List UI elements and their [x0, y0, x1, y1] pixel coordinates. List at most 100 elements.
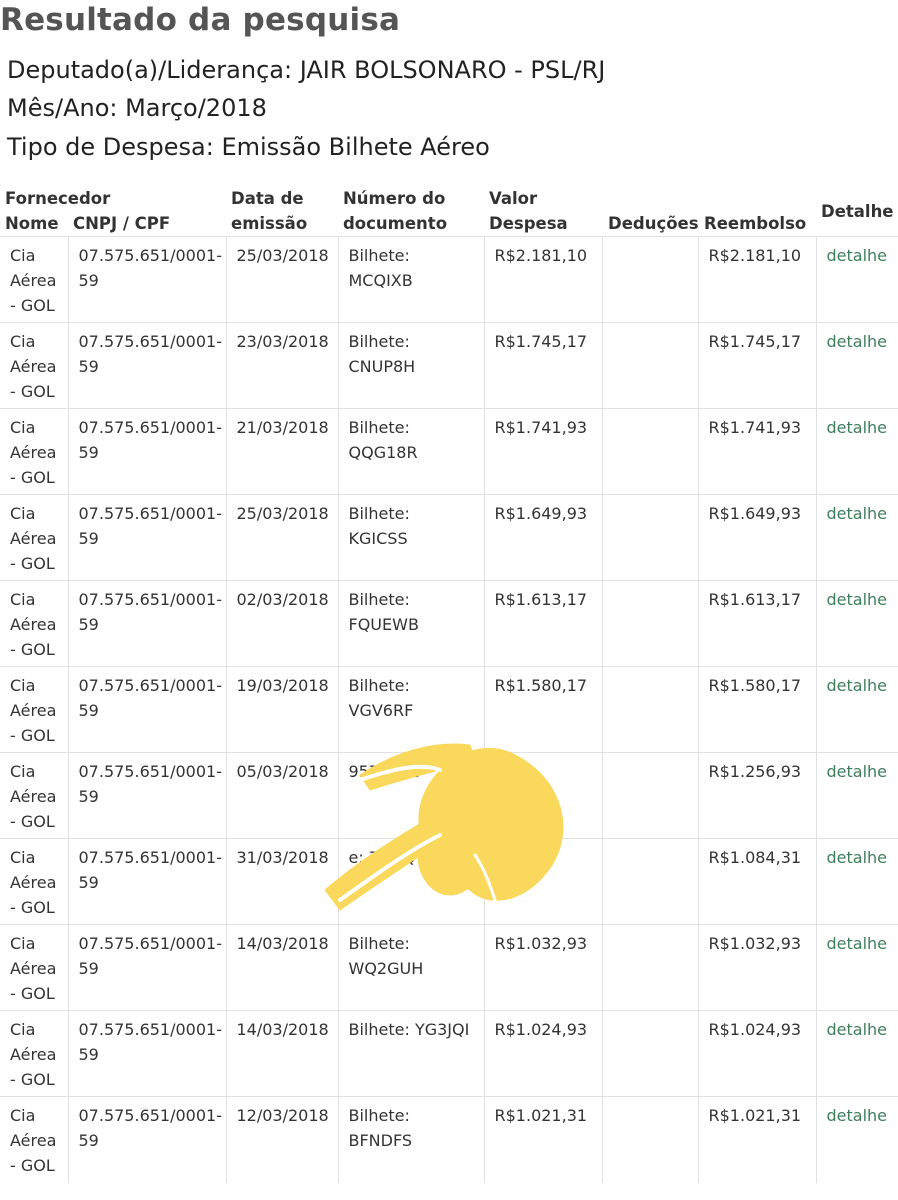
cell-detalhe: detalhe — [815, 1096, 898, 1183]
cell-deducoes — [601, 236, 698, 323]
cell-valor-despesa: 93 — [483, 752, 602, 839]
header-fornecedor: Fornecedor — [5, 189, 111, 208]
header-deducoes: Deduções — [608, 214, 699, 233]
detalhe-link[interactable]: detalhe — [827, 590, 888, 609]
header-numero-1: Número do — [343, 189, 446, 208]
cell-nome: Cia Aérea - GOL — [0, 1096, 68, 1183]
cell-reembolso: R$1.741,93 — [697, 408, 816, 495]
cell-reembolso: R$1.745,17 — [697, 322, 816, 409]
cell-cnpj: 07.575.651/0001-59 — [67, 752, 226, 839]
cell-data-emissao: 19/03/2018 — [225, 666, 338, 753]
cell-reembolso: R$1.580,17 — [697, 666, 816, 753]
detalhe-link[interactable]: detalhe — [827, 934, 888, 953]
detalhe-link[interactable]: detalhe — [827, 762, 888, 781]
cell-valor-despesa: R$1.580,17 — [483, 666, 602, 753]
cell-numero-documento: Bilhete: YG3JQI — [337, 1010, 484, 1097]
cell-data-emissao: 02/03/2018 — [225, 580, 338, 667]
mes-ano-line: Mês/Ano: Março/2018 — [7, 94, 267, 122]
detalhe-link[interactable]: detalhe — [827, 848, 888, 867]
cell-cnpj: 07.575.651/0001-59 — [67, 1010, 226, 1097]
detalhe-link[interactable]: detalhe — [827, 1106, 888, 1125]
cell-cnpj: 07.575.651/0001-59 — [67, 666, 226, 753]
cell-deducoes — [601, 838, 698, 925]
cell-data-emissao: 25/03/2018 — [225, 236, 338, 323]
cell-detalhe: detalhe — [815, 666, 898, 753]
cell-nome: Cia Aérea - GOL — [0, 1010, 68, 1097]
cell-reembolso: R$1.021,31 — [697, 1096, 816, 1183]
cell-nome: Cia Aérea - GOL — [0, 580, 68, 667]
cell-deducoes — [601, 924, 698, 1011]
table-row: Cia Aérea - GOL 07.575.651/0001-59 31/03/2… — [0, 838, 898, 925]
cell-nome: Cia Aérea - GOL — [0, 924, 68, 1011]
detalhe-link[interactable]: detalhe — [827, 332, 888, 351]
cell-deducoes — [601, 408, 698, 495]
cell-data-emissao: 23/03/2018 — [225, 322, 338, 409]
cell-valor-despesa: R$1.649,93 — [483, 494, 602, 581]
header-data-1: Data de — [231, 189, 304, 208]
detalhe-link[interactable]: detalhe — [827, 676, 888, 695]
cell-numero-documento: Bilhete: QQG18R — [337, 408, 484, 495]
cell-data-emissao: 25/03/2018 — [225, 494, 338, 581]
table-row: Cia Aérea - GOL 07.575.651/0001-59 25/03/2… — [0, 236, 898, 323]
cell-detalhe: detalhe — [815, 494, 898, 581]
tipo-despesa-line: Tipo de Despesa: Emissão Bilhete Aéreo — [7, 133, 490, 161]
cell-numero-documento: 9572162 — [337, 752, 484, 839]
table-row: Cia Aérea - GOL 07.575.651/0001-59 19/03/2… — [0, 666, 898, 753]
cell-cnpj: 07.575.651/0001-59 — [67, 838, 226, 925]
cell-valor-despesa: R$1.613,17 — [483, 580, 602, 667]
cell-numero-documento: Bilhete: MCQIXB — [337, 236, 484, 323]
table-row: Cia Aérea - GOL 07.575.651/0001-59 12/03/2… — [0, 1096, 898, 1183]
cell-deducoes — [601, 494, 698, 581]
cell-detalhe: detalhe — [815, 322, 898, 409]
cell-numero-documento: Bilhete: KGICSS — [337, 494, 484, 581]
cell-nome: Cia Aérea - GOL — [0, 322, 68, 409]
cell-nome: Cia Aérea - GOL — [0, 752, 68, 839]
cell-reembolso: R$1.032,93 — [697, 924, 816, 1011]
header-reembolso: Reembolso — [704, 214, 807, 233]
cell-numero-documento: Bilhete: BFNDFS — [337, 1096, 484, 1183]
cell-valor-despesa: R$1.741,93 — [483, 408, 602, 495]
header-detalhe: Detalhe — [821, 202, 894, 221]
cell-detalhe: detalhe — [815, 752, 898, 839]
cell-deducoes — [601, 752, 698, 839]
cell-detalhe: detalhe — [815, 236, 898, 323]
cell-reembolso: R$2.181,10 — [697, 236, 816, 323]
detalhe-link[interactable]: detalhe — [827, 246, 888, 265]
cell-valor-despesa: ,31 — [483, 838, 602, 925]
cell-numero-documento: Bilhete: WQ2GUH — [337, 924, 484, 1011]
cell-valor-despesa: R$1.021,31 — [483, 1096, 602, 1183]
detalhe-link[interactable]: detalhe — [827, 1020, 888, 1039]
cell-cnpj: 07.575.651/0001-59 — [67, 236, 226, 323]
cell-cnpj: 07.575.651/0001-59 — [67, 408, 226, 495]
table-row: Cia Aérea - GOL 07.575.651/0001-59 21/03/2… — [0, 408, 898, 495]
cell-data-emissao: 12/03/2018 — [225, 1096, 338, 1183]
cell-numero-documento: Bilhete: FQUEWB — [337, 580, 484, 667]
cell-detalhe: detalhe — [815, 580, 898, 667]
cell-numero-documento: Bilhete: CNUP8H — [337, 322, 484, 409]
cell-detalhe: detalhe — [815, 1010, 898, 1097]
cell-nome: Cia Aérea - GOL — [0, 666, 68, 753]
cell-valor-despesa: R$1.745,17 — [483, 322, 602, 409]
cell-data-emissao: 21/03/2018 — [225, 408, 338, 495]
deputado-line: Deputado(a)/Liderança: JAIR BOLSONARO - … — [7, 56, 606, 84]
cell-nome: Cia Aérea - GOL — [0, 494, 68, 581]
table-row: Cia Aérea - GOL 07.575.651/0001-59 14/03/2… — [0, 924, 898, 1011]
detalhe-link[interactable]: detalhe — [827, 418, 888, 437]
cell-reembolso: R$1.649,93 — [697, 494, 816, 581]
cell-cnpj: 07.575.651/0001-59 — [67, 580, 226, 667]
table-row: Cia Aérea - GOL 07.575.651/0001-59 02/03/2… — [0, 580, 898, 667]
cell-deducoes — [601, 1096, 698, 1183]
cell-detalhe: detalhe — [815, 924, 898, 1011]
cell-reembolso: R$1.084,31 — [697, 838, 816, 925]
cell-deducoes — [601, 666, 698, 753]
cell-data-emissao: 14/03/2018 — [225, 924, 338, 1011]
table-row: Cia Aérea - GOL 07.575.651/0001-59 14/03/2… — [0, 1010, 898, 1097]
cell-nome: Cia Aérea - GOL — [0, 236, 68, 323]
cell-deducoes — [601, 580, 698, 667]
detalhe-link[interactable]: detalhe — [827, 504, 888, 523]
table-row: Cia Aérea - GOL 07.575.651/0001-59 23/03/2… — [0, 322, 898, 409]
header-valor-1: Valor — [489, 189, 538, 208]
cell-deducoes — [601, 322, 698, 409]
header-data-2: emissão — [231, 214, 308, 233]
cell-cnpj: 07.575.651/0001-59 — [67, 1096, 226, 1183]
